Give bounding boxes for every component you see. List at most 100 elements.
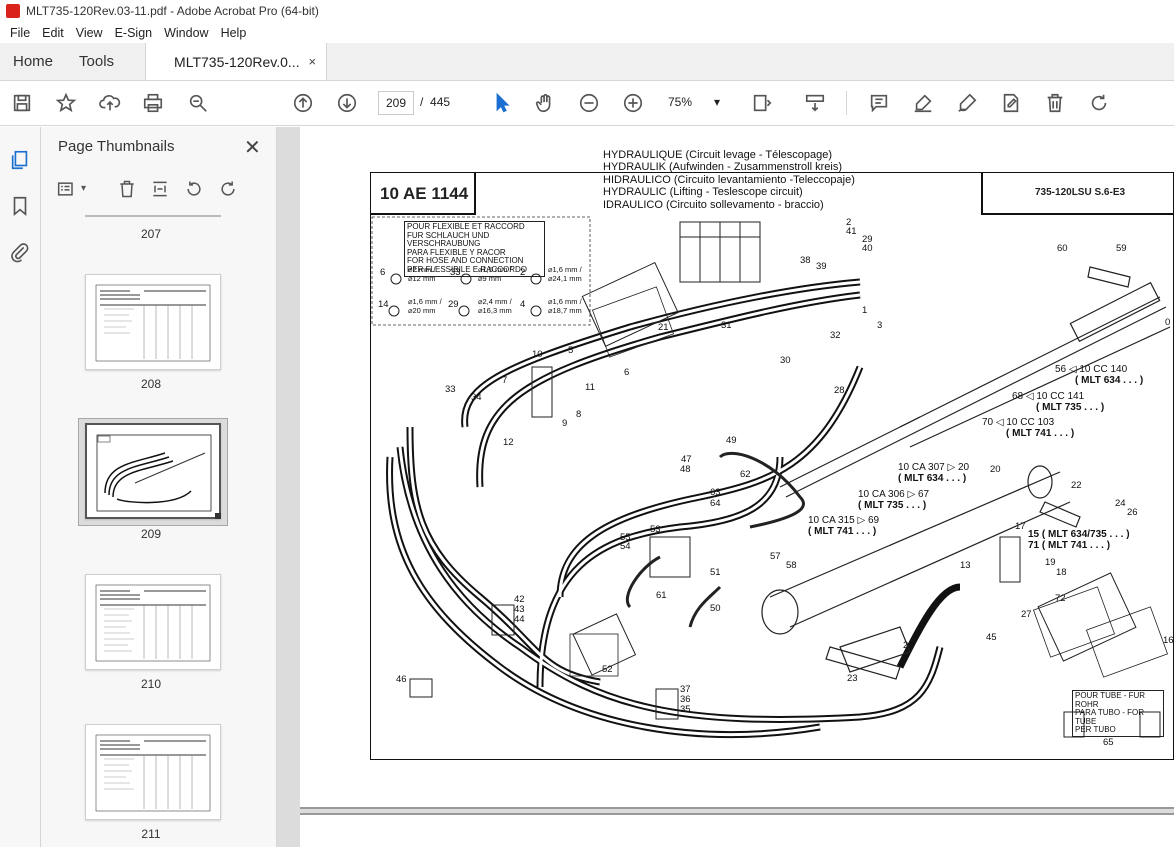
close-panel-icon[interactable]: ✕ <box>244 135 261 160</box>
part-number: 44 <box>514 614 525 625</box>
part-number: 62 <box>740 469 751 480</box>
part-number: 24 <box>1115 498 1126 509</box>
thumbnail-options-icon[interactable] <box>57 179 79 201</box>
part-number: 65 <box>1103 737 1114 748</box>
part-number: 30 <box>780 355 791 366</box>
zoom-out-icon[interactable] <box>575 89 603 117</box>
part-number: 5 <box>568 345 574 356</box>
rotate-icon[interactable] <box>1085 89 1113 117</box>
part-number: 6 <box>624 367 630 378</box>
sign-icon[interactable] <box>953 89 981 117</box>
zoom-select[interactable]: 75% ▾ <box>668 95 720 109</box>
main-toolbar: 209 / 445 75% ▾ <box>0 81 1174 126</box>
fit-page-icon[interactable] <box>748 89 776 117</box>
part-number: 7 <box>502 375 508 386</box>
rotate-left-icon[interactable] <box>184 179 206 201</box>
part-number: 45 <box>986 632 997 643</box>
menu-file[interactable]: File <box>4 26 36 40</box>
part-number: 54 <box>620 541 631 552</box>
part-number: 20 <box>990 464 1001 475</box>
search-icon[interactable] <box>184 89 212 117</box>
comment-icon[interactable] <box>865 89 893 117</box>
part-number: 11 <box>585 382 595 393</box>
thumbnail-list: 207 208 209 210 211 <box>41 215 261 847</box>
tube-legend-box: POUR TUBE - FUR ROHR PARA TUBO - FOR TUB… <box>1072 690 1164 737</box>
menu-help[interactable]: Help <box>215 26 253 40</box>
part-number: 40 <box>862 243 873 254</box>
delete-icon[interactable] <box>1041 89 1069 117</box>
bookmark-icon[interactable] <box>9 195 31 217</box>
thumbnail-page-209[interactable] <box>85 423 221 519</box>
thumbnail-page-210[interactable] <box>85 574 221 670</box>
page-number-input[interactable]: 209 <box>378 91 414 115</box>
star-icon[interactable] <box>52 89 80 117</box>
part-number: 19 <box>1045 557 1056 568</box>
menu-edit[interactable]: Edit <box>36 26 70 40</box>
delete-page-icon[interactable] <box>117 179 139 201</box>
print-icon[interactable] <box>139 89 167 117</box>
thumbnail-page-211[interactable] <box>85 724 221 820</box>
upload-icon[interactable] <box>96 89 124 117</box>
part-number: 31 <box>721 320 732 331</box>
menu-esign[interactable]: E-Sign <box>109 26 159 40</box>
part-number: 1 <box>862 305 868 316</box>
part-number: 60 <box>1057 243 1068 254</box>
tab-document[interactable]: MLT735-120Rev.0... × <box>145 43 328 80</box>
scroll-mode-icon[interactable] <box>801 89 829 117</box>
tab-home[interactable]: Home <box>0 43 66 80</box>
document-tab-label: MLT735-120Rev.0... <box>174 53 300 70</box>
menu-window[interactable]: Window <box>158 26 214 40</box>
thumbnail-page-208[interactable] <box>85 274 221 370</box>
hydraulic-diagram <box>371 216 1171 738</box>
part-number: 64 <box>710 498 721 509</box>
part-number: 39 <box>816 261 827 272</box>
menu-view[interactable]: View <box>70 26 109 40</box>
part-number: 28 <box>834 385 845 396</box>
tab-bar: Home Tools MLT735-120Rev.0... × <box>0 43 1174 81</box>
document-viewer[interactable]: 10 AE 1144 HYDRAULIQUE (Circuit levage -… <box>277 127 1174 853</box>
page-down-icon[interactable] <box>333 89 361 117</box>
select-cursor-icon[interactable] <box>488 89 516 117</box>
next-pdf-page <box>300 813 1174 853</box>
part-number: 8 <box>576 409 582 420</box>
reference-callout: 56 ◁ 10 CC 140( MLT 634 . . . ) <box>1055 364 1144 386</box>
extract-page-icon[interactable] <box>150 179 172 201</box>
part-number: 52 <box>602 664 613 675</box>
window-titlebar: MLT735-120Rev.03-11.pdf - Adobe Acrobat … <box>0 0 1174 22</box>
part-number: 3 <box>877 320 883 331</box>
part-number: 22 <box>1071 480 1082 491</box>
part-number: 59 <box>1116 243 1127 254</box>
chevron-down-icon[interactable]: ▾ <box>81 183 103 205</box>
edit-page-icon[interactable] <box>997 89 1025 117</box>
hand-icon[interactable] <box>531 89 559 117</box>
menu-bar: File Edit View E-Sign Window Help <box>0 22 1174 43</box>
panel-title: Page Thumbnails <box>58 138 175 155</box>
part-number: 34 <box>471 392 482 403</box>
page-up-icon[interactable] <box>289 89 317 117</box>
part-number: 25 <box>903 640 914 651</box>
part-number: 17 <box>1015 521 1026 532</box>
save-icon[interactable] <box>8 89 36 117</box>
page-thumbnails-icon[interactable] <box>9 149 31 171</box>
part-number: 21 <box>658 322 669 333</box>
thumbnail-label: 208 <box>140 377 162 391</box>
thumbnail-label: 207 <box>140 227 162 241</box>
thumbnail-label: 210 <box>140 677 162 691</box>
part-number: 0 <box>1165 317 1171 328</box>
thumbnails-panel: Page Thumbnails ✕ ▾ 207 208 209 210 211 <box>41 127 314 847</box>
part-number: 16 <box>1163 635 1174 646</box>
part-number: 9 <box>562 418 568 429</box>
reference-callout: 10 CA 307 ▷ 20( MLT 634 . . . ) <box>898 462 970 484</box>
zoom-in-icon[interactable] <box>619 89 647 117</box>
close-tab-icon[interactable]: × <box>308 54 316 69</box>
part-number: 10 <box>532 349 543 360</box>
part-number: 58 <box>786 560 797 571</box>
pdf-page: 10 AE 1144 HYDRAULIQUE (Circuit levage -… <box>300 127 1174 809</box>
rotate-right-icon[interactable] <box>218 179 240 201</box>
highlight-icon[interactable] <box>909 89 937 117</box>
part-number: 13 <box>960 560 971 571</box>
attachment-icon[interactable] <box>9 241 31 263</box>
part-number: 48 <box>680 464 691 475</box>
tab-tools[interactable]: Tools <box>66 43 127 80</box>
part-number: 23 <box>847 673 858 684</box>
